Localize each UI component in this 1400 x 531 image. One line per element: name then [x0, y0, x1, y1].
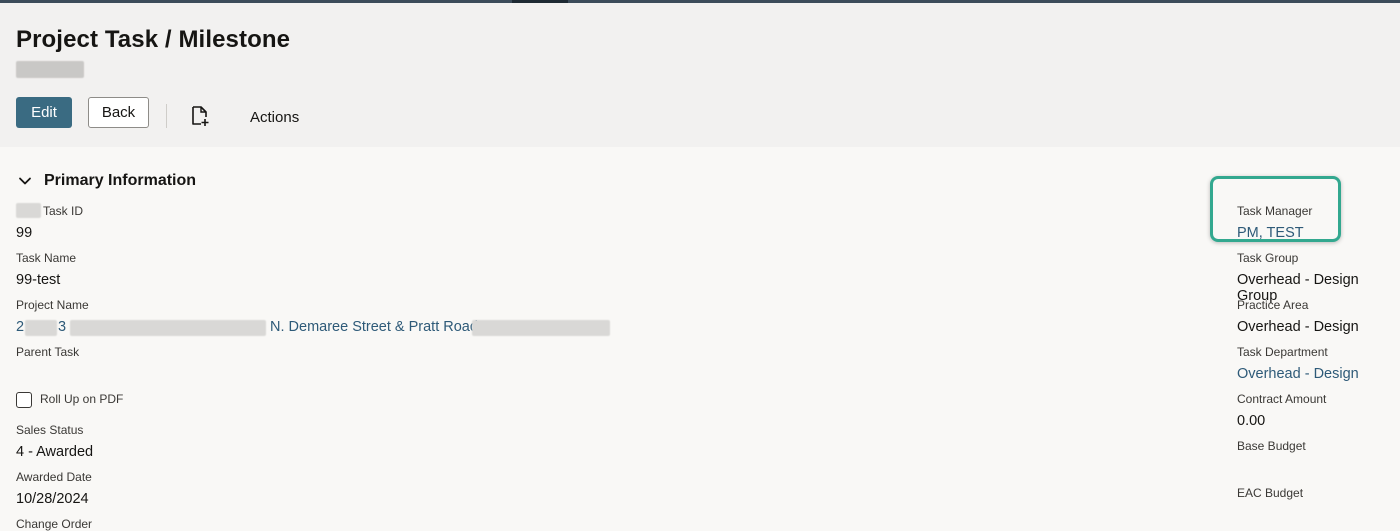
redacted-subtitle [16, 61, 84, 78]
task-id-value: 99 [16, 225, 33, 241]
practice-area-label: Practice Area [1237, 298, 1309, 312]
task-department-label: Task Department [1237, 345, 1328, 359]
contract-amount-value: 0.00 [1237, 413, 1266, 429]
redacted-label-prefix [16, 203, 41, 218]
project-name-mid[interactable]: 3 [58, 319, 66, 335]
toolbar-divider [166, 104, 167, 128]
chevron-down-icon[interactable] [18, 174, 32, 188]
contract-amount-label: Contract Amount [1237, 392, 1327, 406]
section-title: Primary Information [44, 172, 197, 189]
awarded-date-value: 10/28/2024 [16, 491, 89, 507]
sales-status-label: Sales Status [16, 423, 84, 437]
practice-area-value: Overhead - Design [1237, 319, 1359, 335]
page-header: Project Task / Milestone Edit Back Actio… [0, 3, 1400, 147]
actions-menu[interactable]: Actions [250, 109, 299, 126]
page-title: Project Task / Milestone [16, 26, 291, 53]
redacted-project-suffix [472, 320, 610, 336]
roll-up-pdf-label[interactable]: Roll Up on PDF [40, 392, 123, 406]
base-budget-label: Base Budget [1237, 439, 1306, 453]
back-button[interactable]: Back [88, 97, 149, 128]
eac-budget-label: EAC Budget [1237, 486, 1304, 500]
edit-button[interactable]: Edit [16, 97, 72, 128]
project-name-label: Project Name [16, 298, 89, 312]
task-id-label: Task ID [43, 204, 84, 218]
project-name-link[interactable]: N. Demaree Street & Pratt Road [270, 319, 478, 335]
awarded-date-label: Awarded Date [16, 470, 92, 484]
task-department-link[interactable]: Overhead - Design [1237, 366, 1359, 382]
roll-up-pdf-checkbox[interactable] [16, 392, 32, 408]
parent-task-label: Parent Task [16, 345, 80, 359]
sales-status-value: 4 - Awarded [16, 444, 94, 460]
file-plus-icon[interactable] [190, 105, 210, 127]
task-manager-highlight [1210, 176, 1341, 242]
task-name-label: Task Name [16, 251, 77, 265]
change-order-label: Change Order [16, 517, 93, 531]
task-group-label: Task Group [1237, 251, 1299, 265]
redacted-project-number [25, 320, 57, 336]
task-name-value: 99-test [16, 272, 61, 288]
redacted-project-name [70, 320, 266, 336]
project-name-start[interactable]: 2 [16, 319, 24, 335]
